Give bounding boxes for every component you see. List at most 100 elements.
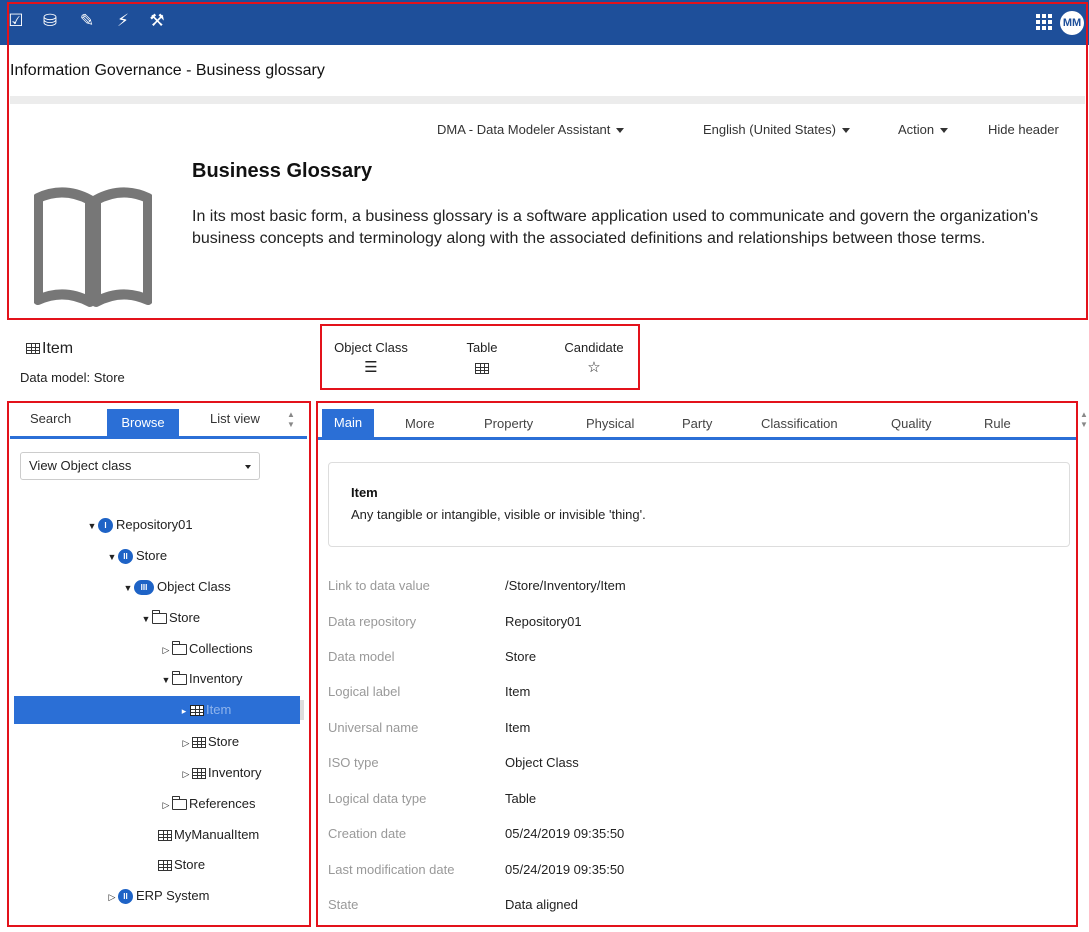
tree-node[interactable]: ▷ Store <box>180 730 240 755</box>
tree-node-label: Repository01 <box>116 517 193 532</box>
apps-grid-icon[interactable] <box>1036 14 1052 30</box>
collapsed-icon[interactable]: ▸ <box>178 699 190 723</box>
tab-browse[interactable]: Browse <box>107 409 179 436</box>
tree-node[interactable]: ▷ Inventory <box>180 761 262 786</box>
edit-check-icon[interactable]: ✎ <box>76 10 98 32</box>
tree-node-label: ERP System <box>136 888 210 903</box>
tree-node[interactable]: ▼ Inventory <box>160 667 243 692</box>
collapsed-icon[interactable]: ▷ <box>180 762 192 786</box>
page-description: In its most basic form, a business gloss… <box>192 208 1039 247</box>
expanded-icon[interactable]: ▼ <box>106 545 118 569</box>
level-badge: II <box>118 549 133 565</box>
book-icon <box>34 187 152 307</box>
tab-more[interactable]: More <box>405 416 435 431</box>
level-badge: II <box>118 889 133 905</box>
property-value: Store <box>505 649 537 664</box>
menu-dma[interactable]: DMA - Data Modeler Assistant <box>437 122 625 137</box>
collapsed-icon[interactable]: ▷ <box>160 793 172 817</box>
table-icon <box>460 359 504 377</box>
hide-header-link[interactable]: Hide header <box>988 122 1059 137</box>
left-tabs-underline <box>10 436 307 439</box>
chevron-down-icon <box>245 465 251 469</box>
app-title: Information Governance - Business glossa… <box>10 62 325 79</box>
tab-search[interactable]: Search <box>30 411 71 426</box>
tab-rule[interactable]: Rule <box>984 416 1011 431</box>
header-divider <box>10 96 1085 104</box>
property-value: 05/24/2019 09:35:50 <box>505 862 625 877</box>
tab-classification[interactable]: Classification <box>761 416 838 431</box>
highlight-box-header <box>7 2 1088 320</box>
tab-physical[interactable]: Physical <box>586 416 634 431</box>
menu-language[interactable]: English (United States) <box>703 122 850 137</box>
tab-candidate[interactable]: Candidate ☆ <box>558 340 630 377</box>
tab-table-label: Table <box>466 340 498 355</box>
avatar[interactable]: MM <box>1060 11 1084 35</box>
item-title: Item <box>26 340 73 358</box>
tree-node-label: Store <box>208 734 240 749</box>
chevron-down-icon <box>841 128 850 134</box>
tree-node[interactable]: ▷ References <box>160 792 256 817</box>
property-value: Item <box>505 720 531 735</box>
tree-node[interactable]: ▼ Store <box>140 606 201 631</box>
expanded-icon[interactable]: ▼ <box>140 607 152 631</box>
property-label: Data repository <box>328 614 417 629</box>
tree-node-label: Item <box>206 702 232 717</box>
star-icon: ☆ <box>587 359 601 376</box>
wrench-icon[interactable]: ⚒ <box>146 10 168 32</box>
folder-icon <box>172 796 187 811</box>
property-label: ISO type <box>328 755 379 770</box>
collapsed-icon[interactable]: ▷ <box>106 885 118 909</box>
right-tabs-underline <box>318 437 1078 440</box>
tree-node[interactable]: ▼ III Object Class <box>122 575 231 599</box>
tree-node-label: Collections <box>189 641 253 656</box>
collapsed-icon[interactable]: ▷ <box>160 638 172 662</box>
chevron-down-icon <box>940 128 949 134</box>
menu-language-label: English (United States) <box>703 122 836 137</box>
view-select-value: View Object class <box>29 458 132 473</box>
table-icon <box>192 768 206 780</box>
description-card-title: Item <box>351 485 378 500</box>
tab-scroll-arrows[interactable]: ▲ ▼ <box>1079 410 1089 434</box>
table-icon <box>190 705 204 717</box>
level-badge: III <box>134 580 154 596</box>
menu-action[interactable]: Action <box>898 122 949 137</box>
tree-node-label: MyManualItem <box>174 827 260 842</box>
tab-party[interactable]: Party <box>682 416 712 431</box>
tab-list-view[interactable]: List view <box>210 411 260 426</box>
checkbox-icon[interactable]: ☑ <box>5 10 27 32</box>
database-icon[interactable]: ⛁ <box>39 10 61 32</box>
tree-node[interactable]: Store <box>158 853 205 877</box>
tree-node-label: Object Class <box>157 579 231 594</box>
tab-quality[interactable]: Quality <box>891 416 931 431</box>
tree-node[interactable]: ▷ Collections <box>160 637 253 661</box>
table-icon <box>26 343 40 355</box>
collapsed-icon[interactable]: ▷ <box>180 731 192 755</box>
tab-object-class[interactable]: Object Class ☰ <box>330 340 412 377</box>
property-value: Repository01 <box>505 614 582 629</box>
expanded-icon[interactable]: ▼ <box>122 576 134 600</box>
tab-table[interactable]: Table <box>460 340 504 377</box>
tree-node[interactable]: ▼ I Repository01 <box>86 513 193 537</box>
description-card: Item Any tangible or intangible, visible… <box>328 462 1070 547</box>
menu-action-label: Action <box>898 122 935 137</box>
expanded-icon[interactable]: ▼ <box>160 668 172 692</box>
property-label: Logical label <box>328 684 401 699</box>
top-toolbar: ☑ ⛁ ✎ ⚡ ⚒ MM <box>0 0 1089 45</box>
property-label: Creation date <box>328 826 407 841</box>
property-label: Universal name <box>328 720 419 735</box>
tree-selection-highlight <box>14 696 300 724</box>
plug-icon[interactable]: ⚡ <box>112 10 134 32</box>
tab-scroll-arrows[interactable]: ▲ ▼ <box>286 410 296 434</box>
tab-property[interactable]: Property <box>484 416 533 431</box>
tree-node-label: Inventory <box>189 671 243 686</box>
tree-node[interactable]: ▷ II ERP System <box>106 884 209 908</box>
tree-node[interactable]: MyManualItem <box>158 823 259 847</box>
property-value: /Store/Inventory/Item <box>505 578 626 593</box>
view-select[interactable]: View Object class <box>20 452 260 480</box>
tree-scrollbar[interactable] <box>300 700 304 720</box>
tree-node[interactable]: ▼ II Store <box>106 544 167 568</box>
expanded-icon[interactable]: ▼ <box>86 514 98 538</box>
table-icon <box>158 860 172 872</box>
property-value: Data aligned <box>505 897 578 912</box>
tree-node-selected[interactable]: ▸ Item <box>178 698 232 723</box>
